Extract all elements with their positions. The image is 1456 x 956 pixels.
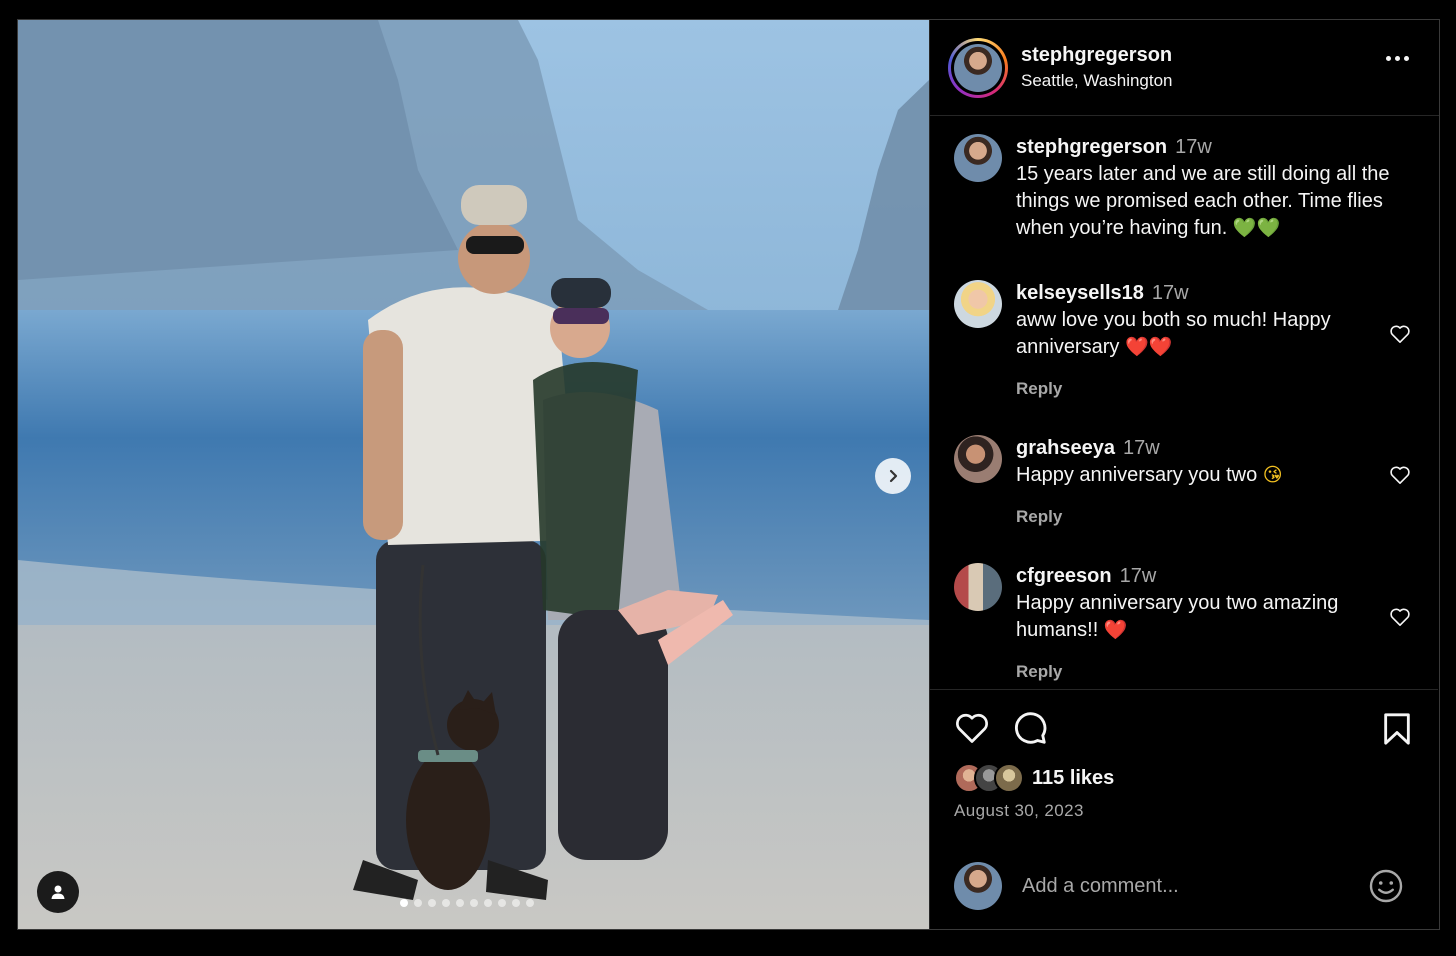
like-comment-heart-icon[interactable] (1389, 607, 1411, 627)
red-heart-emoji: ❤️ (1103, 619, 1128, 641)
carousel-dot (428, 899, 436, 907)
reply-button[interactable]: Reply (1016, 375, 1417, 402)
comment-username[interactable]: stephgregerson (1016, 136, 1167, 158)
liker-avatar (994, 763, 1024, 793)
post-actions: 115 likes August 30, 2023 (930, 689, 1438, 821)
current-user-avatar (954, 862, 1002, 910)
heart-icon (956, 713, 988, 743)
kiss-face-emoji: 😘 (1262, 464, 1283, 486)
chevron-right-icon (889, 469, 898, 483)
carousel-indicator (400, 899, 534, 907)
emoji-picker-button[interactable] (1368, 868, 1404, 909)
comment-item: grahseeya 17w Happy anniversary you two 😘… (954, 435, 1417, 563)
comment-text: Happy anniversary you two amazing humans… (1016, 592, 1339, 641)
liked-by-avatars[interactable] (954, 763, 1024, 793)
save-button[interactable] (1382, 712, 1412, 751)
comment-bubble-icon (1015, 712, 1047, 744)
next-photo-button[interactable] (875, 458, 911, 494)
comment-input[interactable] (1022, 874, 1322, 898)
user-tag-icon (51, 885, 65, 899)
carousel-dot (526, 899, 534, 907)
author-avatar-ring[interactable] (948, 37, 1008, 98)
post-photo[interactable] (18, 20, 929, 929)
comments-list: stephgregerson 17w 15 years later and we … (930, 116, 1439, 688)
comment-item: kelseysells18 17w aww love you both so mu… (954, 280, 1417, 435)
commenter-avatar[interactable] (954, 280, 1002, 328)
comment-time[interactable]: 17w (1120, 565, 1157, 587)
carousel-dot (456, 899, 464, 907)
comment-text: 15 years later and we are still doing al… (1016, 163, 1390, 239)
reply-button[interactable]: Reply (1016, 658, 1417, 685)
like-comment-heart-icon[interactable] (1389, 465, 1411, 485)
comment-text: Happy anniversary you two (1016, 464, 1258, 486)
carousel-dot (414, 899, 422, 907)
like-button[interactable] (954, 711, 990, 750)
likes-count[interactable]: 115 likes (1032, 767, 1114, 790)
comment-item: cfgreeson 17w Happy anniversary you two a… (954, 563, 1417, 688)
post-date: August 30, 2023 (954, 801, 1084, 820)
post-location[interactable]: Seattle, Washington (1021, 71, 1173, 91)
post-dialog: stephgregerson Seattle, Washington steph… (17, 19, 1440, 930)
comment-username[interactable]: kelseysells18 (1016, 282, 1144, 304)
bookmark-icon (1384, 713, 1410, 745)
smiley-icon (1369, 869, 1403, 903)
more-options-button[interactable] (1386, 56, 1409, 61)
comment-username[interactable]: cfgreeson (1016, 565, 1112, 587)
red-heart-emoji: ❤️❤️ (1124, 336, 1173, 358)
comment-composer (930, 858, 1438, 914)
carousel-dot (512, 899, 520, 907)
comment-username[interactable]: grahseeya (1016, 437, 1115, 459)
commenter-avatar[interactable] (954, 435, 1002, 483)
carousel-dot (442, 899, 450, 907)
post-header: stephgregerson Seattle, Washington (930, 20, 1439, 116)
author-username[interactable]: stephgregerson (1021, 44, 1173, 67)
like-comment-heart-icon[interactable] (1389, 324, 1411, 344)
comment-button[interactable] (1012, 710, 1048, 751)
author-avatar[interactable] (954, 134, 1002, 182)
reply-button[interactable]: Reply (1016, 503, 1417, 530)
tagged-users-button[interactable] (37, 871, 79, 913)
more-options-icon (1386, 56, 1391, 61)
comment-time[interactable]: 17w (1123, 437, 1160, 459)
carousel-dot (400, 899, 408, 907)
carousel-dot (498, 899, 506, 907)
comment-text: aww love you both so much! Happy anniver… (1016, 309, 1331, 358)
comment-time[interactable]: 17w (1175, 136, 1212, 158)
comment-time[interactable]: 17w (1152, 282, 1189, 304)
green-heart-emoji: 💚💚 (1232, 217, 1281, 239)
author-avatar (954, 43, 1002, 92)
carousel-dot (484, 899, 492, 907)
caption: stephgregerson 17w 15 years later and we … (954, 134, 1417, 280)
beach-photo (18, 20, 929, 929)
carousel-dot (470, 899, 478, 907)
post-sidebar: stephgregerson Seattle, Washington steph… (929, 20, 1439, 929)
commenter-avatar[interactable] (954, 563, 1002, 611)
